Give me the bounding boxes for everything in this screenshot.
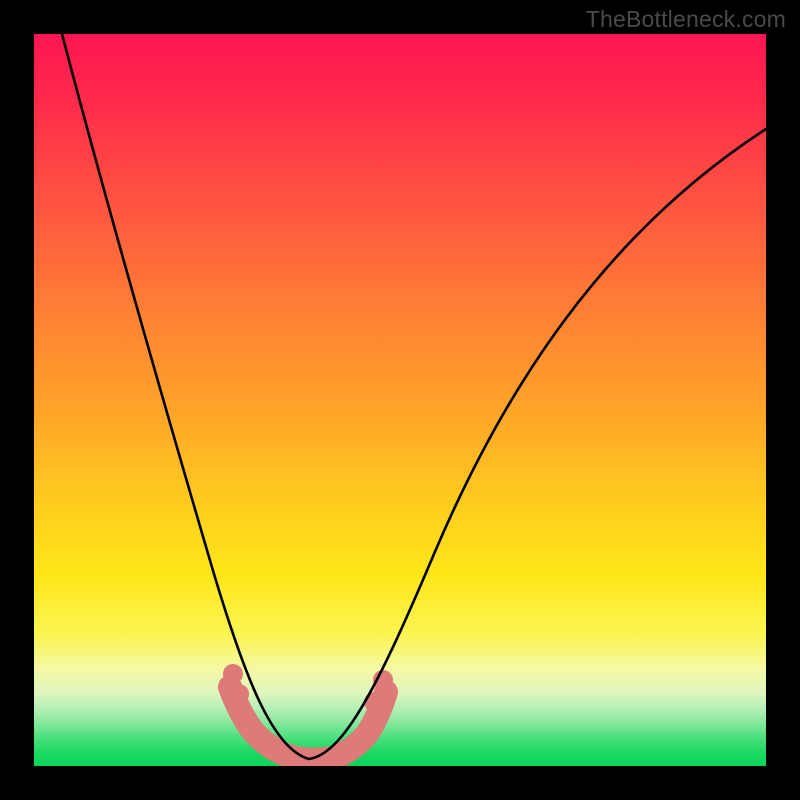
band-dot	[364, 692, 384, 712]
bottom-band-path	[230, 687, 386, 760]
band-dot	[223, 664, 243, 684]
main-curve	[62, 34, 766, 759]
chart-container: TheBottleneck.com	[0, 0, 800, 800]
plot-area	[34, 34, 766, 766]
watermark-text: TheBottleneck.com	[586, 6, 786, 33]
curve-overlay	[34, 34, 766, 766]
band-dot	[229, 684, 249, 704]
